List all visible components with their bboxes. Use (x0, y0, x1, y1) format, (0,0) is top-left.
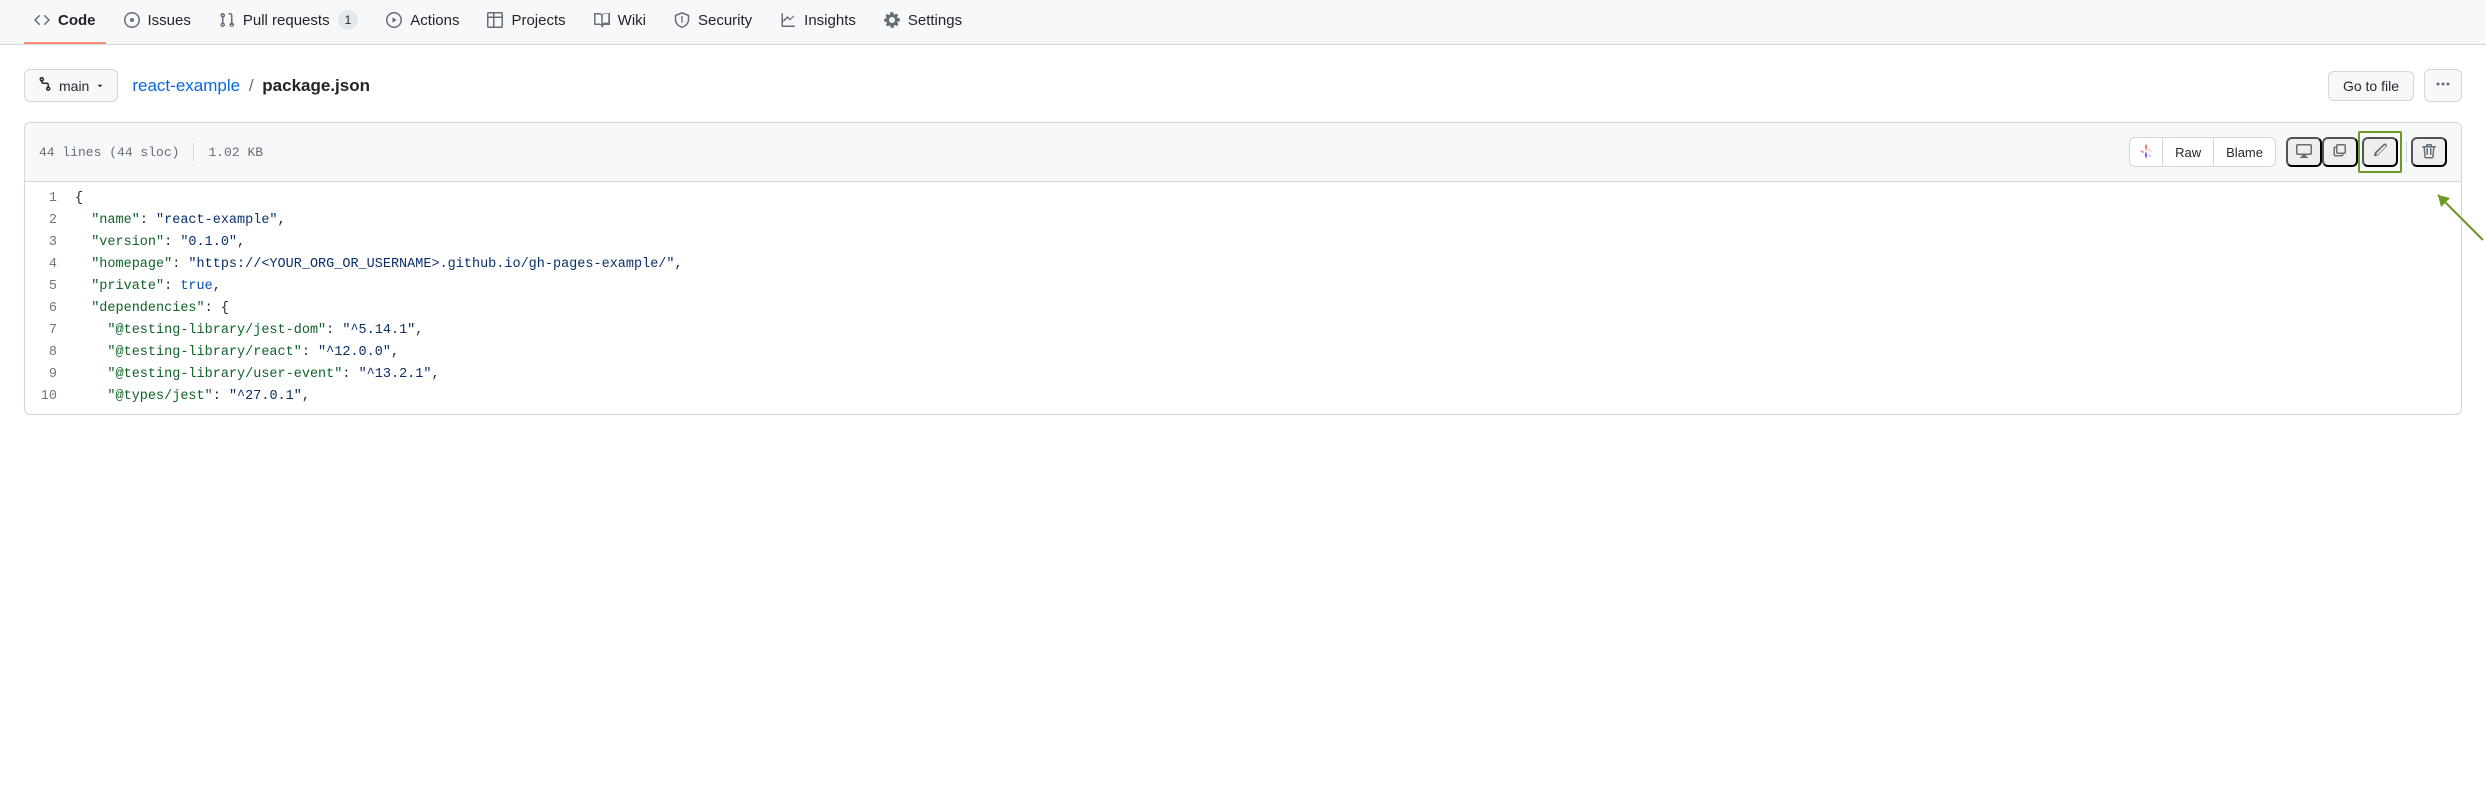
triangle-down-icon (95, 78, 105, 94)
line-content: "private": true, (75, 276, 2461, 298)
code-line: 4 "homepage": "https://<YOUR_ORG_OR_USER… (25, 254, 2461, 276)
breadcrumb-repo[interactable]: react-example (132, 76, 240, 95)
file-actions: Go to file (2328, 69, 2462, 102)
tab-pulls[interactable]: Pull requests 1 (209, 0, 368, 44)
more-actions-button[interactable] (2424, 69, 2462, 102)
line-content: { (75, 188, 2461, 210)
line-number[interactable]: 7 (25, 320, 75, 342)
table-icon (487, 12, 503, 28)
line-content: "@types/jest": "^27.0.1", (75, 386, 2461, 408)
pulls-counter: 1 (338, 10, 359, 30)
line-number[interactable]: 3 (25, 232, 75, 254)
code-line: 2 "name": "react-example", (25, 210, 2461, 232)
branch-name: main (59, 78, 89, 94)
tab-code[interactable]: Code (24, 0, 106, 44)
breadcrumb-file: package.json (262, 76, 370, 95)
code-icon (34, 12, 50, 28)
tab-security-label: Security (698, 12, 752, 29)
git-branch-icon (37, 76, 53, 95)
tab-settings-label: Settings (908, 12, 962, 29)
code-line: 8 "@testing-library/react": "^12.0.0", (25, 342, 2461, 364)
line-number[interactable]: 6 (25, 298, 75, 320)
code-line: 9 "@testing-library/user-event": "^13.2.… (25, 364, 2461, 386)
code-view[interactable]: 1{2 "name": "react-example",3 "version":… (25, 182, 2461, 414)
open-desktop-button[interactable] (2286, 137, 2322, 167)
trash-icon (2421, 143, 2437, 162)
line-content: "@testing-library/jest-dom": "^5.14.1", (75, 320, 2461, 342)
code-line: 5 "private": true, (25, 276, 2461, 298)
line-number[interactable]: 5 (25, 276, 75, 298)
copy-icon (2332, 143, 2348, 162)
breadcrumb-sep: / (249, 76, 254, 95)
open-with-codespaces-button[interactable] (2129, 137, 2162, 167)
tab-wiki-label: Wiki (618, 12, 646, 29)
tab-code-label: Code (58, 12, 96, 29)
divider (193, 143, 194, 161)
issue-opened-icon (124, 12, 140, 28)
code-line: 7 "@testing-library/jest-dom": "^5.14.1"… (25, 320, 2461, 342)
file-box: 44 lines (44 sloc) 1.02 KB Raw Blame (24, 122, 2462, 415)
line-content: "name": "react-example", (75, 210, 2461, 232)
line-number[interactable]: 9 (25, 364, 75, 386)
breadcrumb-group: main react-example / package.json (24, 69, 370, 102)
tab-insights-label: Insights (804, 12, 856, 29)
device-desktop-icon (2296, 143, 2312, 162)
file-lines: 44 lines (44 sloc) (39, 145, 179, 160)
shield-icon (674, 12, 690, 28)
file-header-row: main react-example / package.json Go to … (24, 69, 2462, 102)
git-pull-request-icon (219, 12, 235, 28)
line-content: "version": "0.1.0", (75, 232, 2461, 254)
gear-icon (884, 12, 900, 28)
book-icon (594, 12, 610, 28)
line-content: "@testing-library/user-event": "^13.2.1"… (75, 364, 2461, 386)
line-number[interactable]: 8 (25, 342, 75, 364)
divider (2406, 141, 2407, 163)
tab-pulls-label: Pull requests (243, 12, 330, 29)
code-line: 6 "dependencies": { (25, 298, 2461, 320)
line-number[interactable]: 2 (25, 210, 75, 232)
go-to-file-button[interactable]: Go to file (2328, 71, 2414, 101)
line-number[interactable]: 10 (25, 386, 75, 408)
line-number[interactable]: 1 (25, 188, 75, 210)
tab-actions-label: Actions (410, 12, 459, 29)
file-size: 1.02 KB (208, 145, 263, 160)
line-number[interactable]: 4 (25, 254, 75, 276)
tab-actions[interactable]: Actions (376, 0, 469, 44)
tab-wiki[interactable]: Wiki (584, 0, 656, 44)
code-line: 3 "version": "0.1.0", (25, 232, 2461, 254)
tab-insights[interactable]: Insights (770, 0, 866, 44)
file-meta: 44 lines (44 sloc) 1.02 KB (39, 143, 263, 161)
repo-tabs: Code Issues Pull requests 1 Actions Proj… (0, 0, 2486, 45)
branch-select[interactable]: main (24, 69, 118, 102)
code-line: 10 "@types/jest": "^27.0.1", (25, 386, 2461, 408)
delete-file-button[interactable] (2411, 137, 2447, 167)
line-content: "@testing-library/react": "^12.0.0", (75, 342, 2461, 364)
copy-button[interactable] (2322, 137, 2358, 167)
tab-projects-label: Projects (511, 12, 565, 29)
graph-icon (780, 12, 796, 28)
line-content: "homepage": "https://<YOUR_ORG_OR_USERNA… (75, 254, 2461, 276)
tab-issues-label: Issues (148, 12, 191, 29)
tab-settings[interactable]: Settings (874, 0, 972, 44)
tab-issues[interactable]: Issues (114, 0, 201, 44)
line-content: "dependencies": { (75, 298, 2461, 320)
play-circle-icon (386, 12, 402, 28)
blame-button[interactable]: Blame (2213, 137, 2276, 167)
edit-file-button[interactable] (2362, 137, 2398, 167)
breadcrumb: react-example / package.json (132, 76, 370, 96)
kebab-horizontal-icon (2435, 76, 2451, 95)
raw-button[interactable]: Raw (2162, 137, 2213, 167)
file-toolbar: Raw Blame (2129, 131, 2447, 173)
tab-projects[interactable]: Projects (477, 0, 575, 44)
file-box-header: 44 lines (44 sloc) 1.02 KB Raw Blame (25, 123, 2461, 182)
spark-icon (2138, 143, 2154, 162)
pencil-icon (2372, 143, 2388, 162)
tab-security[interactable]: Security (664, 0, 762, 44)
file-container: main react-example / package.json Go to … (0, 45, 2486, 439)
edit-highlight (2358, 131, 2402, 173)
code-line: 1{ (25, 188, 2461, 210)
